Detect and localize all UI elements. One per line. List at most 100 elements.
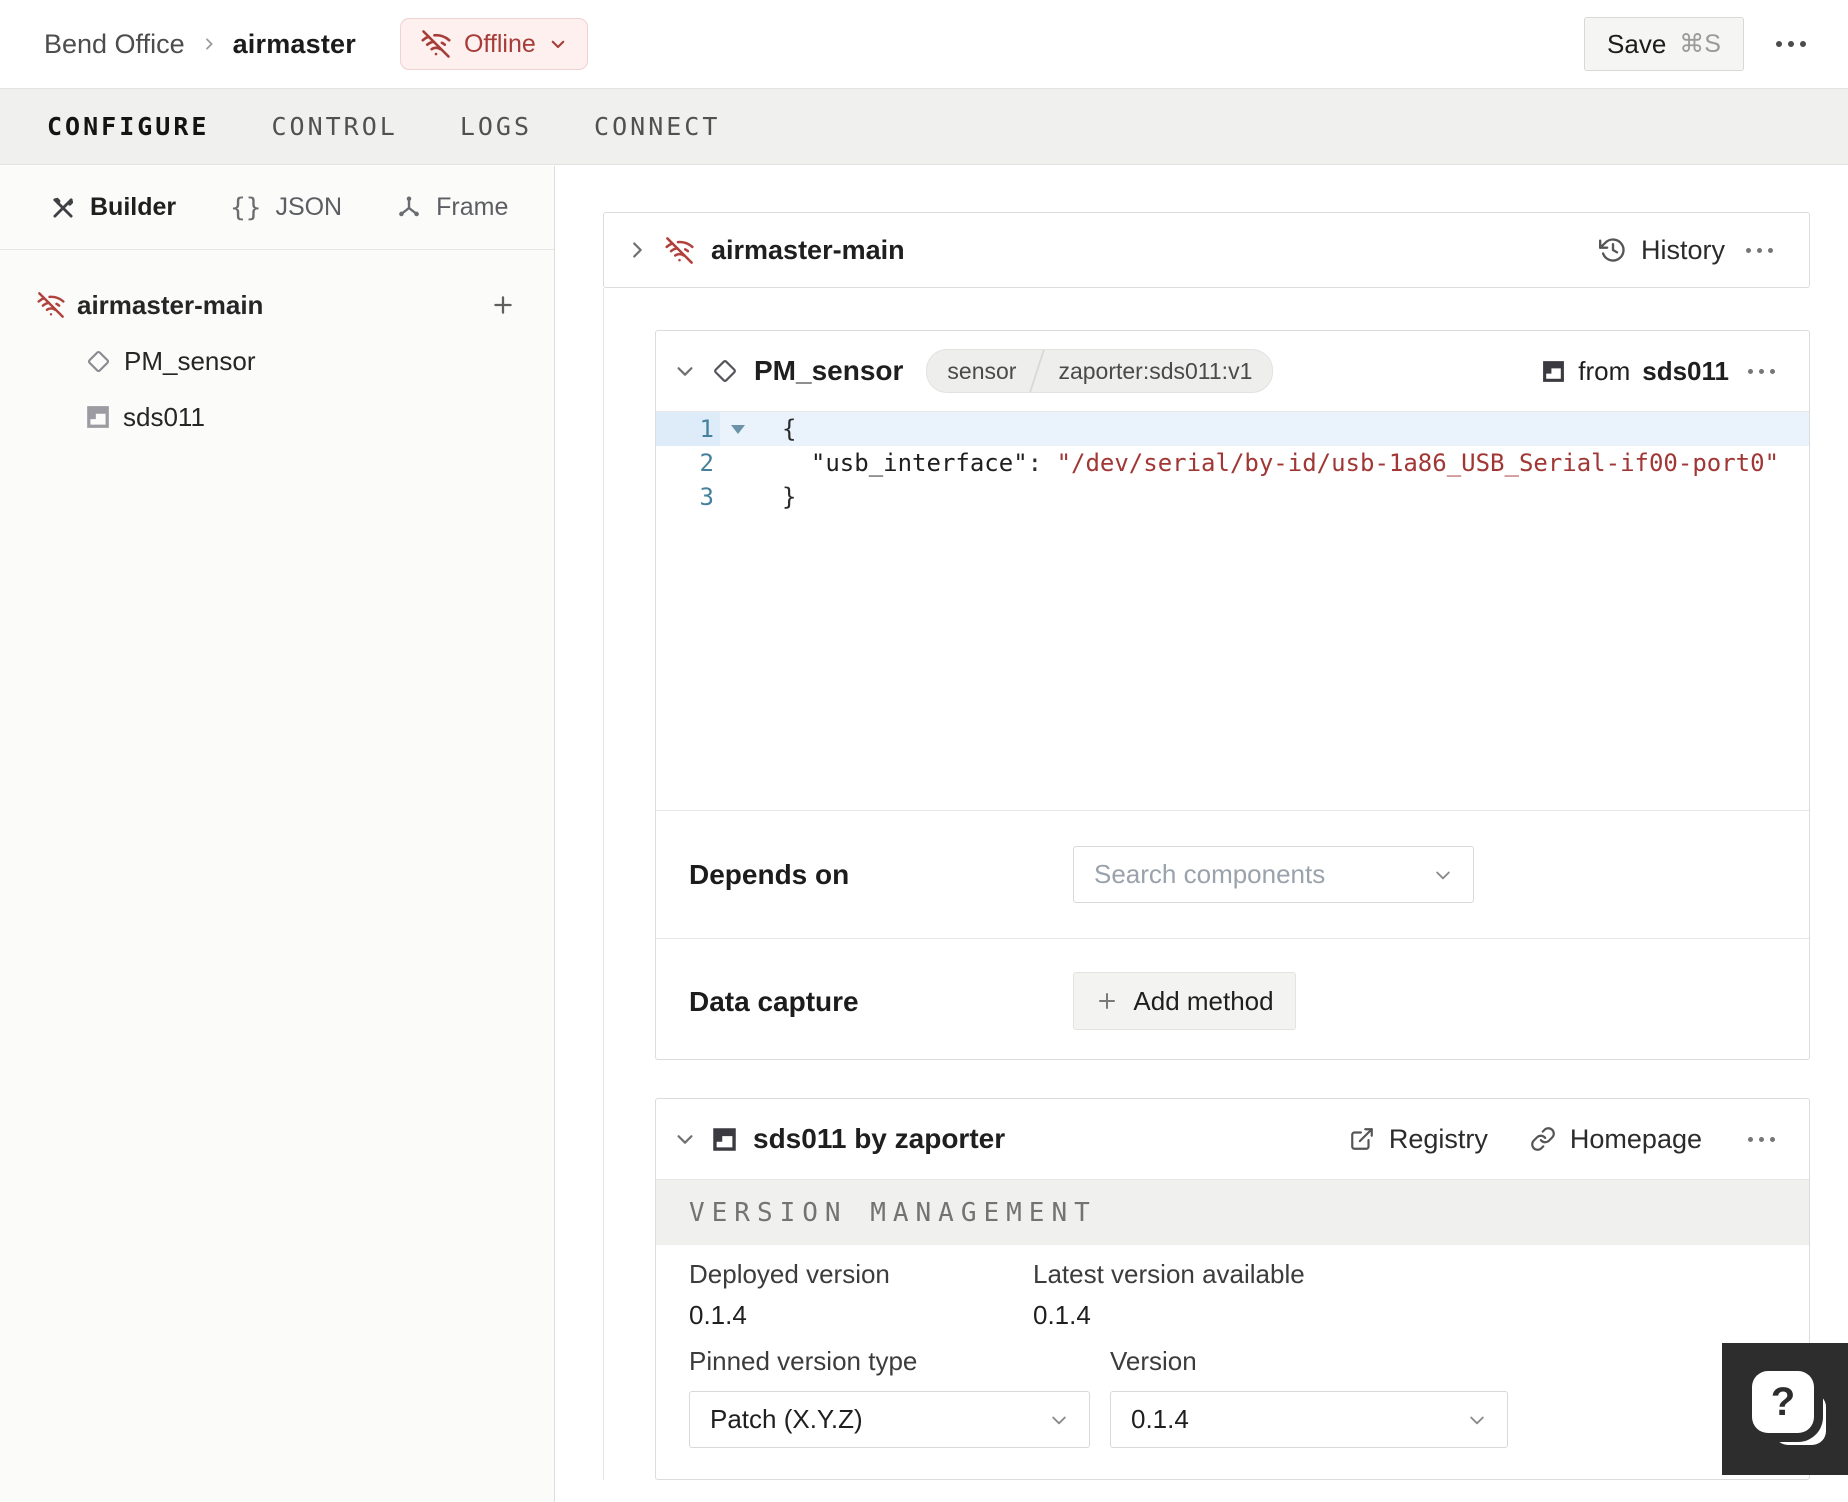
chevron-down-icon — [549, 35, 567, 53]
chevron-down-icon — [1049, 1410, 1069, 1430]
module-icon — [711, 1126, 738, 1153]
code-line-content: "usb_interface": "/dev/serial/by-id/usb-… — [810, 449, 1780, 477]
machine-status-badge[interactable]: Offline — [399, 18, 588, 70]
help-button[interactable]: ? — [1722, 1343, 1848, 1475]
pinned-version-type-select[interactable]: Patch (X.Y.Z) — [689, 1391, 1090, 1448]
tab-logs[interactable]: LOGS — [460, 112, 532, 141]
tab-connect[interactable]: CONNECT — [594, 112, 720, 141]
chevron-down-icon[interactable] — [674, 1128, 696, 1150]
code-fold-spacer — [720, 480, 756, 514]
config-main-panel: airmaster-main History PM_sensor sensor … — [555, 166, 1848, 1502]
latest-version-value: 0.1.4 — [1033, 1300, 1091, 1330]
depends-on-row: Depends on Search components — [656, 810, 1809, 938]
version-management-content: Deployed version 0.1.4 Latest version av… — [656, 1245, 1809, 1479]
history-icon — [1598, 236, 1627, 264]
component-type-model-badge: sensor zaporter:sds011:v1 — [926, 349, 1274, 393]
version-label: Version — [1110, 1346, 1197, 1376]
code-line-number: 2 — [699, 449, 714, 477]
code-fold-arrow-icon[interactable] — [720, 412, 756, 446]
version-value: 0.1.4 — [1131, 1404, 1189, 1434]
external-link-icon — [1349, 1126, 1375, 1152]
code-line[interactable]: 2 "usb_interface": "/dev/serial/by-id/us… — [656, 446, 1809, 480]
pinned-version-type-label: Pinned version type — [689, 1346, 918, 1376]
chevron-down-icon — [1433, 865, 1453, 885]
data-capture-row: Data capture Add method — [656, 938, 1809, 1064]
braces-icon: {} — [230, 192, 262, 223]
add-component-button[interactable] — [484, 286, 522, 324]
deployed-version-label: Deployed version — [689, 1259, 890, 1289]
depends-on-placeholder: Search components — [1094, 859, 1326, 889]
offline-icon — [37, 291, 65, 319]
version-management-section-header: VERSION MANAGEMENT — [656, 1179, 1809, 1245]
diamond-icon — [85, 348, 112, 375]
module-title: sds011 by zaporter — [753, 1123, 1006, 1154]
mode-json-label: JSON — [275, 193, 343, 221]
breadcrumb-location[interactable]: Bend Office — [44, 29, 185, 60]
part-title: airmaster-main — [711, 234, 905, 265]
version-select[interactable]: 0.1.4 — [1110, 1391, 1508, 1448]
save-button[interactable]: Save ⌘S — [1584, 17, 1744, 71]
data-capture-label: Data capture — [689, 985, 859, 1017]
machine-tabbar: CONFIGURE CONTROL LOGS CONNECT — [0, 88, 1848, 165]
view-mode-switcher: Builder {} JSON Frame — [0, 166, 554, 250]
module-icon — [1541, 359, 1566, 384]
resource-tree: airmaster-main PM_sensor sds011 — [0, 250, 554, 445]
component-overflow-menu-button[interactable] — [1744, 359, 1779, 384]
chevron-right-icon[interactable] — [626, 239, 648, 261]
deployed-version-value: 0.1.4 — [689, 1300, 747, 1330]
tree-item-label: PM_sensor — [124, 345, 256, 376]
offline-icon — [665, 236, 694, 265]
pinned-version-type-value: Patch (X.Y.Z) — [710, 1404, 863, 1434]
history-label: History — [1640, 234, 1725, 265]
code-fold-spacer — [720, 446, 756, 480]
depends-on-label: Depends on — [689, 858, 850, 890]
mode-frame-label: Frame — [436, 193, 509, 221]
tools-icon — [50, 195, 76, 221]
code-lines: 1{2 "usb_interface": "/dev/serial/by-id/… — [656, 412, 1809, 514]
part-card: airmaster-main History — [603, 212, 1810, 288]
depends-on-select[interactable]: Search components — [1073, 846, 1474, 903]
module-overflow-menu-button[interactable] — [1744, 1127, 1779, 1152]
module-header-actions: Registry Homepage — [1349, 1124, 1779, 1155]
from-prefix: from — [1578, 355, 1631, 386]
breadcrumb: Bend Office airmaster Offline — [44, 18, 588, 70]
history-button[interactable]: History — [1598, 234, 1725, 266]
tree-item-label: airmaster-main — [77, 289, 264, 320]
code-line-number: 3 — [699, 483, 714, 511]
add-method-label: Add method — [1133, 985, 1274, 1016]
chevron-down-icon[interactable] — [674, 360, 696, 382]
code-line-content: { — [782, 415, 797, 443]
mode-json[interactable]: {} JSON — [230, 193, 342, 223]
tab-control[interactable]: CONTROL — [271, 112, 397, 141]
header-overflow-menu-button[interactable] — [1772, 31, 1810, 57]
part-group-rail — [603, 288, 604, 1480]
add-method-button[interactable]: Add method — [1073, 972, 1296, 1030]
header-actions: Save ⌘S — [1584, 17, 1810, 71]
save-shortcut: ⌘S — [1679, 30, 1721, 58]
status-badge-label: Offline — [463, 29, 536, 58]
tab-configure[interactable]: CONFIGURE — [47, 112, 209, 141]
tree-item-machine-part[interactable]: airmaster-main — [0, 277, 554, 333]
component-card-header: PM_sensor sensor zaporter:sds011:v1 from… — [656, 331, 1809, 411]
tree-item-sds011[interactable]: sds011 — [0, 389, 554, 445]
code-line[interactable]: 1{ — [656, 412, 1809, 446]
frame-axes-icon — [396, 195, 422, 221]
part-overflow-menu-button[interactable] — [1742, 238, 1777, 263]
module-card-header: sds011 by zaporter Registry Homepage — [656, 1099, 1809, 1179]
component-type-badge: sensor — [947, 358, 1017, 384]
homepage-link[interactable]: Homepage — [1530, 1124, 1702, 1155]
config-sidebar: Builder {} JSON Frame airmaster-main PM_… — [0, 166, 555, 1502]
mode-frame[interactable]: Frame — [396, 193, 508, 222]
tree-item-pm-sensor[interactable]: PM_sensor — [0, 333, 554, 389]
mode-builder[interactable]: Builder — [50, 193, 176, 222]
offline-icon — [421, 29, 451, 59]
top-header: Bend Office airmaster Offline Save ⌘S — [0, 0, 1848, 88]
from-module-link[interactable]: from sds011 — [1541, 356, 1729, 387]
registry-link[interactable]: Registry — [1349, 1124, 1488, 1155]
diamond-icon — [711, 357, 739, 385]
code-line[interactable]: 3} — [656, 480, 1809, 514]
breadcrumb-machine: airmaster — [232, 28, 356, 59]
attributes-code-editor[interactable]: 1{2 "usb_interface": "/dev/serial/by-id/… — [656, 411, 1809, 810]
plus-icon — [1095, 989, 1119, 1013]
latest-version-label: Latest version available — [1033, 1259, 1305, 1289]
